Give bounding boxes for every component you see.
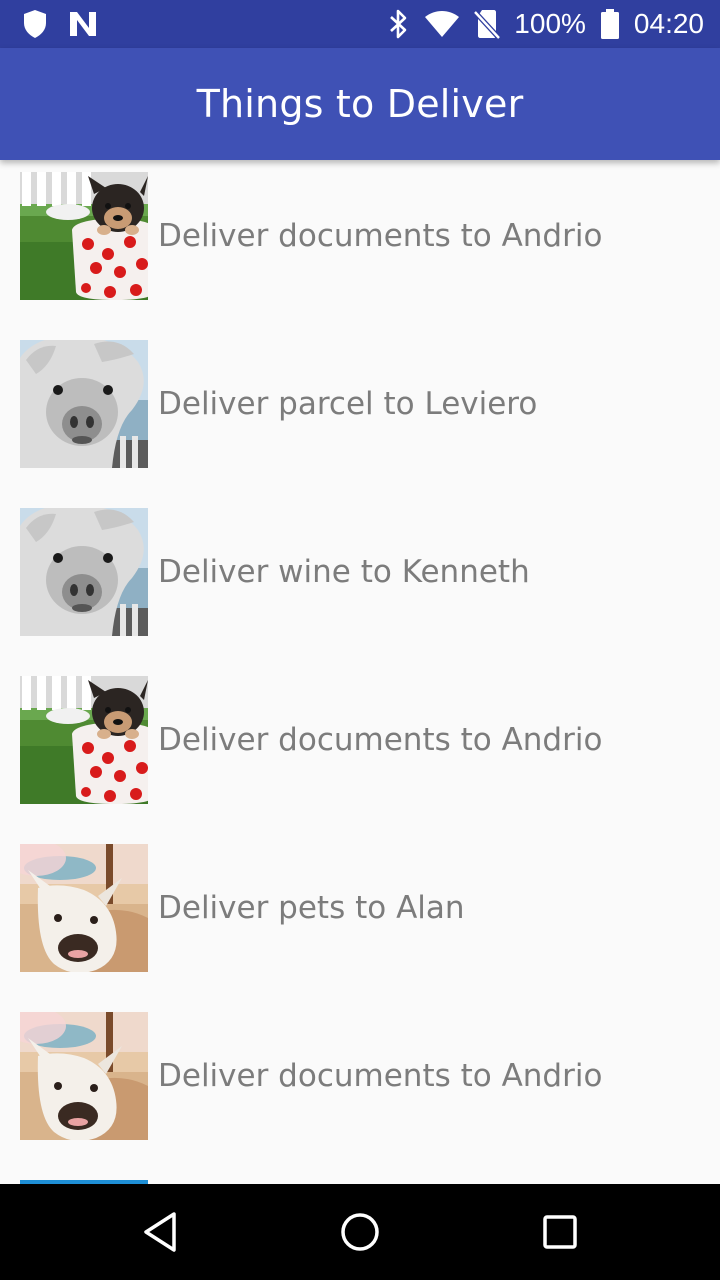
delivery-label: Deliver documents to Andrio [158,218,603,254]
list-item[interactable]: Deliver parcel to Leviero [0,328,720,496]
list-item[interactable]: Deliver wine to Kenneth [0,496,720,664]
delivery-label: Deliver documents to Andrio [158,722,603,758]
white-dog-image [20,1012,148,1140]
page-title: Things to Deliver [196,82,524,126]
delivery-label: Deliver parcel to Leviero [158,386,538,422]
status-bar: 100% 04:20 [0,0,720,48]
puppy-in-cup-image [20,676,148,804]
alpaca-image [20,508,148,636]
bluetooth-icon [388,8,410,40]
delivery-label: Deliver wine to Kenneth [158,554,530,590]
battery-percent: 100% [514,8,586,39]
navigation-bar [0,1184,720,1280]
home-icon[interactable] [330,1202,390,1262]
back-icon[interactable] [130,1202,190,1262]
alpaca-image [20,340,148,468]
list-item[interactable] [0,1168,720,1184]
puppy-in-cup-image [20,172,148,300]
clock: 04:20 [633,8,704,39]
delivery-list[interactable]: Deliver documents to Andrio Deliver parc… [0,160,720,1184]
white-dog-image [20,844,148,972]
shield-icon [22,9,48,39]
list-item[interactable]: Deliver documents to Andrio [0,664,720,832]
battery-icon [600,8,620,40]
list-item[interactable]: Deliver pets to Alan [0,832,720,1000]
recents-icon[interactable] [530,1202,590,1262]
delivery-label: Deliver documents to Andrio [158,1058,603,1094]
app-bar: Things to Deliver [0,48,720,160]
n-notification-icon [68,10,98,38]
wifi-icon [424,10,460,38]
no-sim-icon [474,8,501,40]
delivery-label: Deliver pets to Alan [158,890,465,926]
list-item[interactable]: Deliver documents to Andrio [0,160,720,328]
list-item[interactable]: Deliver documents to Andrio [0,1000,720,1168]
